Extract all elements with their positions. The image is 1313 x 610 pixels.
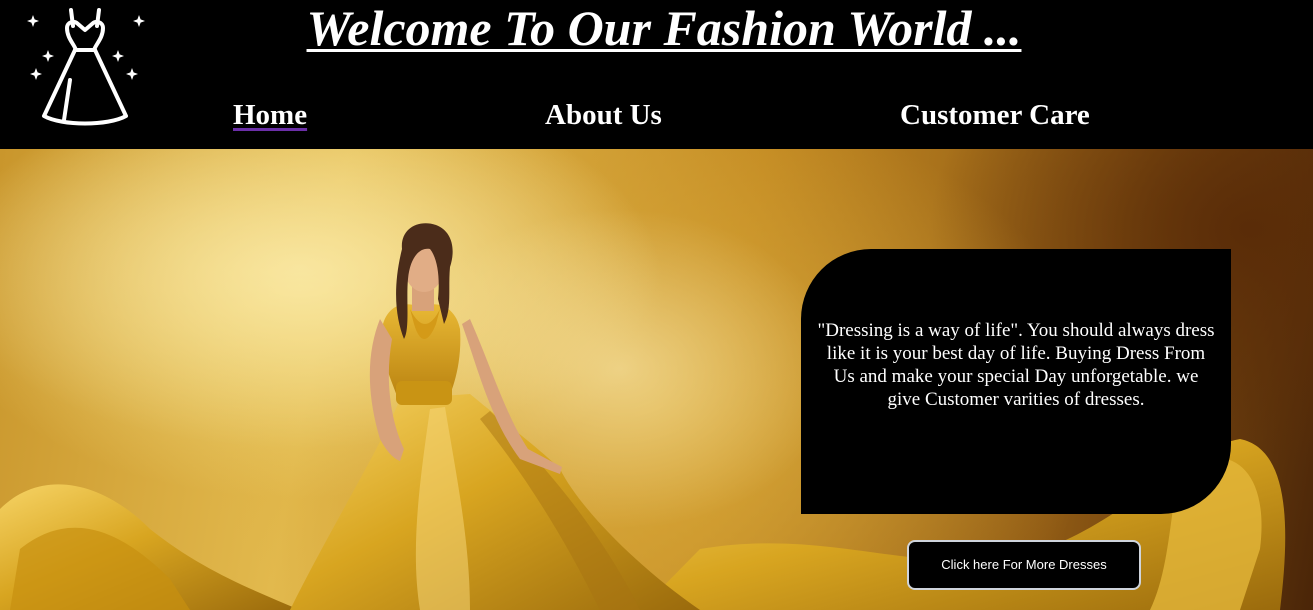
site-header: Welcome To Our Fashion World ... Home Ab… — [0, 0, 1313, 149]
nav-home-link[interactable]: Home — [233, 98, 307, 132]
more-dresses-button[interactable]: Click here For More Dresses — [907, 540, 1141, 590]
nav-about-link[interactable]: About Us — [545, 98, 662, 132]
hero-banner: "Dressing is a way of life". You should … — [0, 149, 1313, 610]
page: Welcome To Our Fashion World ... Home Ab… — [0, 0, 1313, 610]
quote-text: "Dressing is a way of life". You should … — [817, 320, 1215, 410]
page-title: Welcome To Our Fashion World ... — [306, 0, 1022, 56]
quote-box: "Dressing is a way of life". You should … — [801, 249, 1231, 514]
nav-customer-care-link[interactable]: Customer Care — [900, 98, 1090, 132]
